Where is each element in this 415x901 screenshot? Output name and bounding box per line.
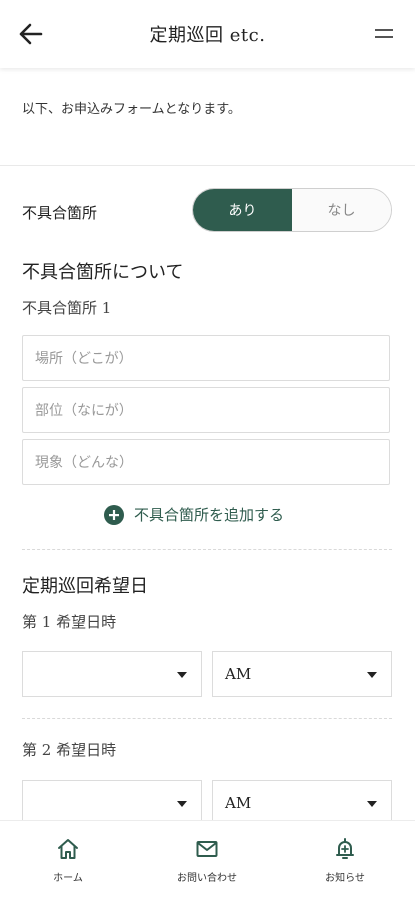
hamburger-menu-icon[interactable] [375, 27, 393, 41]
tab-home-label: ホーム [53, 873, 83, 884]
toggle-no-button[interactable]: なし [292, 189, 391, 231]
tab-contact[interactable]: お問い合わせ [152, 837, 262, 884]
app-header: 定期巡回 etc. [0, 0, 415, 68]
intro-text: 以下、お申込みフォームとなります。 [22, 102, 241, 117]
chevron-down-icon [177, 672, 187, 678]
symptom-field[interactable]: 現象（どんな） [22, 439, 390, 485]
chevron-down-icon [177, 801, 187, 807]
slot-1-period-select[interactable]: AM [212, 651, 392, 697]
add-defect-button[interactable]: 不具合箇所を追加する [104, 504, 284, 525]
home-icon [58, 839, 78, 859]
divider [22, 549, 392, 550]
tab-contact-label: お問い合わせ [177, 873, 237, 884]
part-field[interactable]: 部位（なにが） [22, 387, 390, 433]
back-arrow-icon[interactable] [18, 22, 44, 46]
slot-2-label: 第 2 希望日時 [22, 741, 117, 759]
mail-icon [196, 841, 218, 857]
chevron-down-icon [367, 801, 377, 807]
bottom-tab-bar: ホーム お問い合わせ お知らせ [0, 820, 415, 901]
chevron-down-icon [367, 672, 377, 678]
tab-home[interactable]: ホーム [13, 837, 123, 884]
defect-toggle: あり なし [192, 188, 392, 232]
slot-1-date-select[interactable] [22, 651, 202, 697]
slot-1-label: 第 1 希望日時 [22, 613, 117, 631]
defect-section-title: 不具合箇所について [22, 262, 184, 283]
defect-label: 不具合箇所 [22, 204, 98, 222]
plus-circle-icon [104, 504, 124, 525]
toggle-yes-button[interactable]: あり [193, 189, 292, 231]
bell-icon [336, 838, 354, 859]
divider [22, 718, 392, 719]
slot-2-period-value: AM [225, 794, 252, 812]
page-title: 定期巡回 etc. [149, 25, 266, 46]
location-placeholder: 場所（どこが） [35, 351, 133, 367]
slot-1-period-value: AM [225, 665, 252, 683]
symptom-placeholder: 現象（どんな） [35, 455, 133, 471]
defect-item-label: 不具合箇所 1 [22, 299, 112, 317]
schedule-section-title: 定期巡回希望日 [22, 576, 148, 597]
tab-news[interactable]: お知らせ [290, 837, 400, 884]
divider [0, 165, 415, 166]
location-field[interactable]: 場所（どこが） [22, 335, 390, 381]
add-defect-label: 不具合箇所を追加する [134, 506, 285, 524]
part-placeholder: 部位（なにが） [35, 403, 133, 419]
tab-news-label: お知らせ [325, 873, 365, 884]
